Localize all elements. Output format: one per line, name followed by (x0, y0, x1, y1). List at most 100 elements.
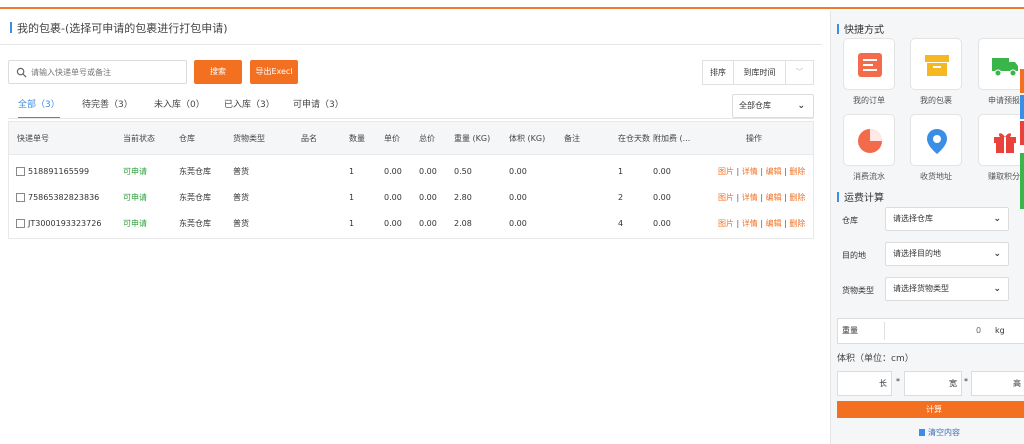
row-checkbox[interactable] (16, 167, 25, 176)
tab-pending[interactable]: 待完善（3） (82, 97, 133, 119)
floating-tab[interactable] (1020, 121, 1024, 145)
volume-cell: 0.00 (509, 219, 527, 228)
my-orders-shortcut[interactable] (843, 38, 895, 90)
col-tracking: 快递单号 (17, 134, 49, 143)
trash-icon (919, 429, 925, 436)
type-cell: 普货 (233, 193, 249, 202)
height-unit-label: 高 (1013, 379, 1021, 388)
cargo-type-select[interactable]: 请选择货物类型 ⌄ (885, 277, 1009, 301)
warehouse-filter-value: 全部仓库 (739, 101, 771, 110)
chevron-down-icon: ⌄ (993, 249, 1001, 259)
surcharge-cell: 0.00 (653, 219, 671, 228)
days-cell: 4 (618, 219, 624, 228)
search-button[interactable]: 搜索 (194, 60, 242, 84)
detail-link[interactable]: 详情 (742, 167, 758, 176)
edit-link[interactable]: 编辑 (766, 167, 782, 176)
qty-cell: 1 (349, 167, 355, 176)
floating-tab[interactable] (1020, 95, 1024, 119)
col-type: 货物类型 (233, 134, 265, 143)
spending-label: 消费流水 (853, 172, 885, 181)
calculate-button[interactable]: 计算 (837, 401, 1024, 418)
image-link[interactable]: 图片 (718, 167, 734, 176)
col-warehouse: 仓库 (179, 134, 195, 143)
tab-applicable[interactable]: 可申请（3） (293, 97, 344, 119)
col-surcharge: 附加费 (... (653, 134, 691, 143)
row-actions: 图片 | 详情 | 编辑 | 删除 (718, 211, 805, 237)
sort-control[interactable]: 排序 到库时间 ﹀ (702, 60, 814, 85)
warehouse-label: 仓库 (842, 216, 858, 225)
volume-cell: 0.00 (509, 167, 527, 176)
floating-tab[interactable] (1020, 69, 1024, 93)
export-button[interactable]: 导出Execl (250, 60, 298, 84)
times-sign: * (896, 377, 900, 386)
length-unit-label: 长 (879, 379, 887, 388)
total-cell: 0.00 (419, 193, 437, 202)
type-cell: 普货 (233, 219, 249, 228)
row-checkbox[interactable] (16, 193, 25, 202)
surcharge-cell: 0.00 (653, 167, 671, 176)
delete-link[interactable]: 删除 (789, 167, 805, 176)
row-checkbox[interactable] (16, 219, 25, 228)
width-input[interactable]: 宽 (904, 371, 962, 396)
col-note: 备注 (564, 134, 580, 143)
weight-field[interactable]: 重量 0 kg (837, 318, 1024, 344)
truck-icon (992, 58, 1018, 77)
image-link[interactable]: 图片 (718, 219, 734, 228)
forecast-label: 申请预报 (988, 96, 1020, 105)
sort-direction-icon[interactable]: ﹀ (786, 61, 813, 84)
order-icon (858, 53, 882, 77)
tab-all[interactable]: 全部（3） (18, 97, 60, 119)
unit-price-cell: 0.00 (384, 167, 402, 176)
search-field[interactable] (8, 60, 187, 84)
separator: | (760, 193, 764, 202)
col-days: 在仓天数 (618, 134, 650, 143)
clear-button[interactable]: 清空内容 (919, 427, 960, 438)
unit-price-cell: 0.00 (384, 193, 402, 202)
edit-link[interactable]: 编辑 (766, 193, 782, 202)
page-title: 我的包裹-(选择可申请的包裹进行打包申请) (10, 20, 228, 36)
tab-received[interactable]: 已入库（3） (224, 97, 275, 119)
my-packages-shortcut[interactable] (910, 38, 962, 90)
volume-title: 体积（单位：cm） (837, 354, 914, 364)
length-input[interactable]: 长 (837, 371, 892, 396)
sort-select[interactable]: 到库时间 (734, 61, 786, 84)
separator: | (760, 219, 764, 228)
warehouse-cell: 东莞仓库 (179, 193, 211, 202)
quick-links-title: 快捷方式 (837, 21, 884, 36)
points-shortcut[interactable] (978, 114, 1024, 166)
qty-cell: 1 (349, 219, 355, 228)
separator: | (784, 219, 787, 228)
separator: | (736, 193, 740, 202)
delete-link[interactable]: 删除 (789, 219, 805, 228)
delete-link[interactable]: 删除 (789, 193, 805, 202)
status-text: 可申请 (123, 193, 147, 202)
image-link[interactable]: 图片 (718, 193, 734, 202)
separator: | (736, 167, 740, 176)
destination-select-value: 请选择目的地 (893, 249, 941, 258)
warehouse-filter-select[interactable]: 全部仓库 ⌄ (732, 94, 814, 118)
address-shortcut[interactable] (910, 114, 962, 166)
table-row: JT3000193323726 可申请 东莞仓库 普货 1 0.00 0.00 … (9, 211, 813, 237)
height-input[interactable]: 高 (971, 371, 1024, 396)
tabs-divider (8, 118, 814, 119)
tab-not-received[interactable]: 未入库（0） (154, 97, 205, 119)
spending-shortcut[interactable] (843, 114, 895, 166)
search-input[interactable] (31, 63, 181, 81)
forecast-shortcut[interactable] (978, 38, 1024, 90)
destination-select[interactable]: 请选择目的地 ⌄ (885, 242, 1009, 266)
freight-calc-title: 运费计算 (837, 189, 884, 204)
edit-link[interactable]: 编辑 (766, 219, 782, 228)
weight-input[interactable]: 0 (976, 319, 981, 343)
package-icon (925, 55, 949, 76)
detail-link[interactable]: 详情 (742, 219, 758, 228)
floating-tab[interactable] (1020, 153, 1024, 209)
times-sign: * (964, 377, 968, 386)
volume-cell: 0.00 (509, 193, 527, 202)
search-icon (16, 67, 27, 78)
detail-link[interactable]: 详情 (742, 193, 758, 202)
surcharge-cell: 0.00 (653, 193, 671, 202)
table-row: 75865382823836 可申请 东莞仓库 普货 1 0.00 0.00 2… (9, 185, 813, 211)
address-label: 收货地址 (920, 172, 952, 181)
tracking-number: 518891165599 (28, 167, 90, 176)
warehouse-select[interactable]: 请选择仓库 ⌄ (885, 207, 1009, 231)
